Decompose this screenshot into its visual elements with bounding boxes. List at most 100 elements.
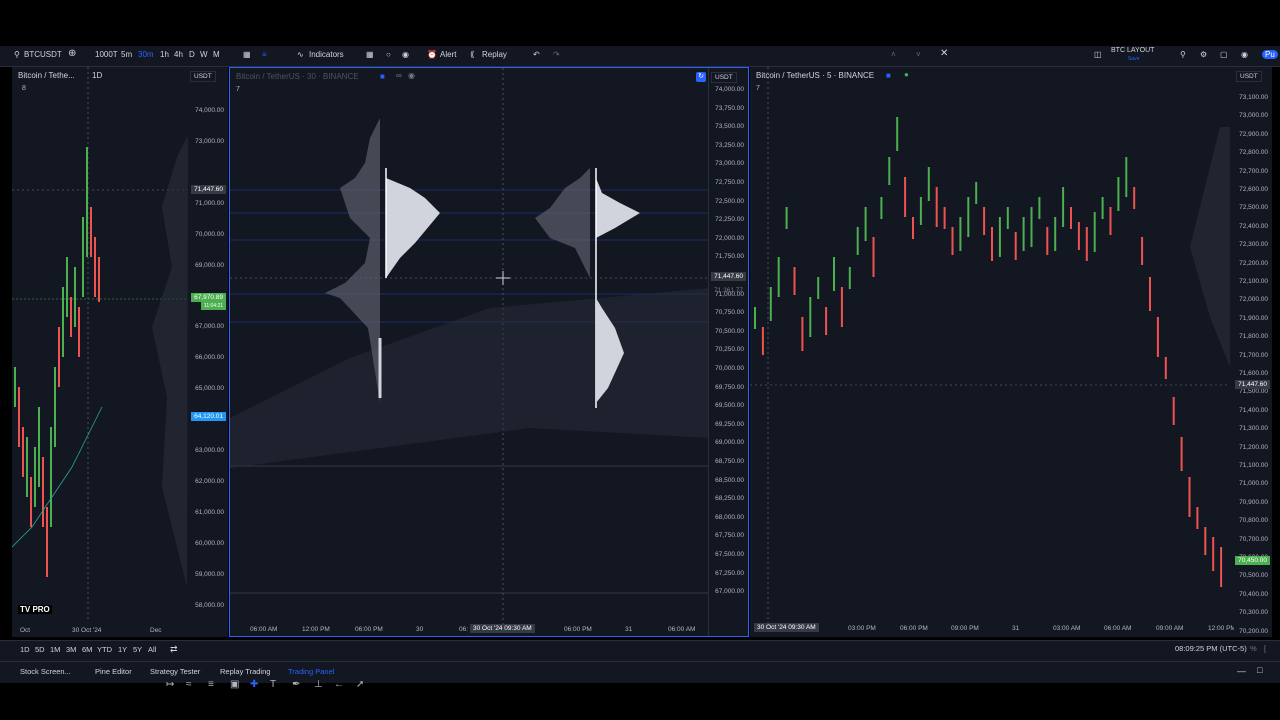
indicators-button[interactable]: Indicators bbox=[309, 50, 344, 59]
add-symbol-icon[interactable]: ⊕ bbox=[68, 48, 76, 59]
timeframe-5d[interactable]: 5D bbox=[35, 645, 45, 654]
y-label: 70,700.00 bbox=[1239, 535, 1268, 543]
publish-button[interactable]: Pu bbox=[1262, 50, 1278, 59]
candle bbox=[1062, 187, 1065, 227]
pane1-interval[interactable]: 1D bbox=[92, 71, 102, 80]
timeframe-all[interactable]: All bbox=[148, 645, 156, 654]
y-label: 68,750.00 bbox=[715, 458, 744, 465]
y-label: 73,000.00 bbox=[1239, 112, 1268, 120]
fib-icon[interactable]: ≡ bbox=[208, 680, 214, 690]
price-axis-1[interactable]: USDT 74,000.00 73,000.00 71,447.60 71,00… bbox=[188, 67, 228, 637]
pane2-eye-icon[interactable]: ◉ bbox=[408, 71, 415, 80]
tab-pine-editor[interactable]: Pine Editor bbox=[95, 667, 132, 676]
chart-canvas-2[interactable] bbox=[230, 68, 710, 637]
compare-icon[interactable]: ≡ bbox=[262, 50, 267, 59]
chart-pane-30m[interactable]: Bitcoin / TetherUS · 30 · BINANCE ■ ∞ ◉ … bbox=[229, 67, 749, 637]
timeframe-3m[interactable]: 3M bbox=[66, 645, 76, 654]
trendline-icon[interactable]: ➚ bbox=[356, 680, 364, 690]
profile-price-label: 71,361.77 bbox=[714, 287, 743, 294]
interval-4h[interactable]: 4h bbox=[174, 50, 183, 59]
layout-icon[interactable]: ○ bbox=[386, 50, 391, 59]
interval-30m[interactable]: 30m bbox=[138, 50, 154, 59]
close-icon[interactable]: ✕ bbox=[940, 48, 948, 59]
y-label: 71,000.00 bbox=[1239, 480, 1268, 488]
measure-icon[interactable]: ⊥ bbox=[314, 680, 323, 690]
pane1-title[interactable]: Bitcoin / Tethe... bbox=[18, 71, 75, 80]
layout-grid-icon[interactable]: ◫ bbox=[1094, 50, 1102, 59]
date-range-icon[interactable]: ⇄ bbox=[170, 644, 178, 655]
pane2-link-icon[interactable]: ■ bbox=[380, 72, 385, 81]
x-label: 06: bbox=[459, 626, 469, 633]
interval-5m[interactable]: 5m bbox=[121, 50, 132, 59]
chart-pane-1d[interactable]: Bitcoin / Tethe... 1D 8 TV PRO Oct 30 Oc… bbox=[12, 67, 228, 637]
templates-icon[interactable]: ▦ bbox=[366, 50, 374, 59]
symbol-search[interactable]: BTCUSDT bbox=[24, 50, 62, 59]
interval-w[interactable]: W bbox=[200, 50, 208, 59]
fullscreen-icon[interactable]: ▢ bbox=[1220, 50, 1228, 59]
search-icon[interactable]: ⚲ bbox=[14, 50, 20, 59]
replay-button[interactable]: Replay bbox=[482, 50, 507, 59]
timeframe-1y[interactable]: 1Y bbox=[118, 645, 127, 654]
maximize-icon[interactable]: □ bbox=[1257, 665, 1262, 675]
chart-canvas-3[interactable] bbox=[750, 67, 1230, 637]
candle bbox=[754, 307, 756, 329]
rectangle-icon[interactable]: ▣ bbox=[230, 680, 239, 690]
timeframe-1m[interactable]: 1M bbox=[50, 645, 60, 654]
drawing-toolbar: ↦ ≈ ≡ ▣ ✚ T ✒ ⊥ ← ➚ bbox=[150, 680, 375, 696]
tab-stock-screener[interactable]: Stock Screen... bbox=[20, 667, 71, 676]
timeframe-1d[interactable]: 1D bbox=[20, 645, 30, 654]
pane2-chain-icon[interactable]: ∞ bbox=[396, 71, 402, 80]
pane2-title[interactable]: Bitcoin / TetherUS · 30 · BINANCE bbox=[236, 72, 359, 81]
timeframe-ytd[interactable]: YTD bbox=[97, 645, 112, 654]
settings-icon[interactable]: ⚙ bbox=[1200, 50, 1207, 59]
pane2-indicator-count[interactable]: 7 bbox=[236, 86, 240, 93]
pane3-link-icon[interactable]: ■ bbox=[886, 71, 891, 80]
camera-icon[interactable]: ◉ bbox=[1241, 50, 1248, 59]
timeframe-5y[interactable]: 5Y bbox=[133, 645, 142, 654]
y-label: 65,000.00 bbox=[195, 385, 224, 392]
redo-icon[interactable]: ↷ bbox=[553, 50, 560, 59]
alert-button[interactable]: Alert bbox=[440, 50, 456, 59]
timeframe-6m[interactable]: 6M bbox=[82, 645, 92, 654]
arrow-icon[interactable]: ↦ bbox=[166, 680, 174, 690]
crosshair-tool-icon[interactable]: ✚ bbox=[250, 680, 258, 690]
interval-d[interactable]: D bbox=[189, 50, 195, 59]
y-label: 70,900.00 bbox=[1239, 498, 1268, 506]
brush-icon[interactable]: ✒ bbox=[292, 680, 300, 690]
sync-icon[interactable]: ↻ bbox=[696, 72, 706, 82]
undo-icon[interactable]: ↶ bbox=[533, 50, 540, 59]
text-tool-icon[interactable]: T bbox=[270, 680, 276, 690]
tab-replay-trading[interactable]: Replay Trading bbox=[220, 667, 270, 676]
pane3-title[interactable]: Bitcoin / TetherUS · 5 · BINANCE bbox=[756, 71, 874, 80]
pitchfork-icon[interactable]: ≈ bbox=[186, 680, 192, 690]
y-label: 72,250.00 bbox=[715, 216, 744, 224]
long-position-icon[interactable]: ← bbox=[334, 680, 344, 690]
candle bbox=[935, 187, 938, 227]
layout-name[interactable]: BTC LAYOUT bbox=[1111, 47, 1154, 54]
record-icon[interactable]: ◉ bbox=[402, 50, 409, 59]
minimize-icon[interactable]: — bbox=[1237, 666, 1246, 676]
replay-icon[interactable]: ⟪ bbox=[470, 50, 474, 59]
candle bbox=[872, 237, 875, 277]
currency-selector[interactable]: USDT bbox=[190, 71, 216, 82]
quick-search-icon[interactable]: ⚲ bbox=[1180, 50, 1186, 59]
interval-m[interactable]: M bbox=[213, 50, 220, 59]
pane1-indicator-count[interactable]: 8 bbox=[22, 85, 26, 92]
indicators-icon[interactable]: ∿ bbox=[297, 50, 304, 59]
chart-type-icon[interactable]: ▦ bbox=[243, 50, 251, 59]
candle bbox=[1030, 207, 1033, 247]
interval-1h[interactable]: 1h bbox=[160, 50, 169, 59]
tab-strategy-tester[interactable]: Strategy Tester bbox=[150, 667, 200, 676]
y-label: 71,000.00 bbox=[195, 200, 224, 207]
interval-1000t[interactable]: 1000T bbox=[95, 50, 118, 59]
log-toggle[interactable]: [ bbox=[1264, 644, 1266, 653]
tab-trading-panel[interactable]: Trading Panel bbox=[288, 667, 334, 676]
chevron-down-icon[interactable]: ˅ bbox=[916, 50, 921, 59]
alert-icon[interactable]: ⏰ bbox=[427, 50, 437, 59]
clock[interactable]: 08:09:25 PM (UTC-5) bbox=[1175, 644, 1247, 653]
chart-pane-5m[interactable]: Bitcoin / TetherUS · 5 · BINANCE ■ ● 7 3… bbox=[750, 67, 1272, 637]
percent-toggle[interactable]: % bbox=[1250, 644, 1257, 653]
chevron-up-icon[interactable]: ˄ bbox=[891, 50, 896, 59]
candle bbox=[919, 197, 922, 225]
pane3-indicator-count[interactable]: 7 bbox=[756, 85, 760, 92]
